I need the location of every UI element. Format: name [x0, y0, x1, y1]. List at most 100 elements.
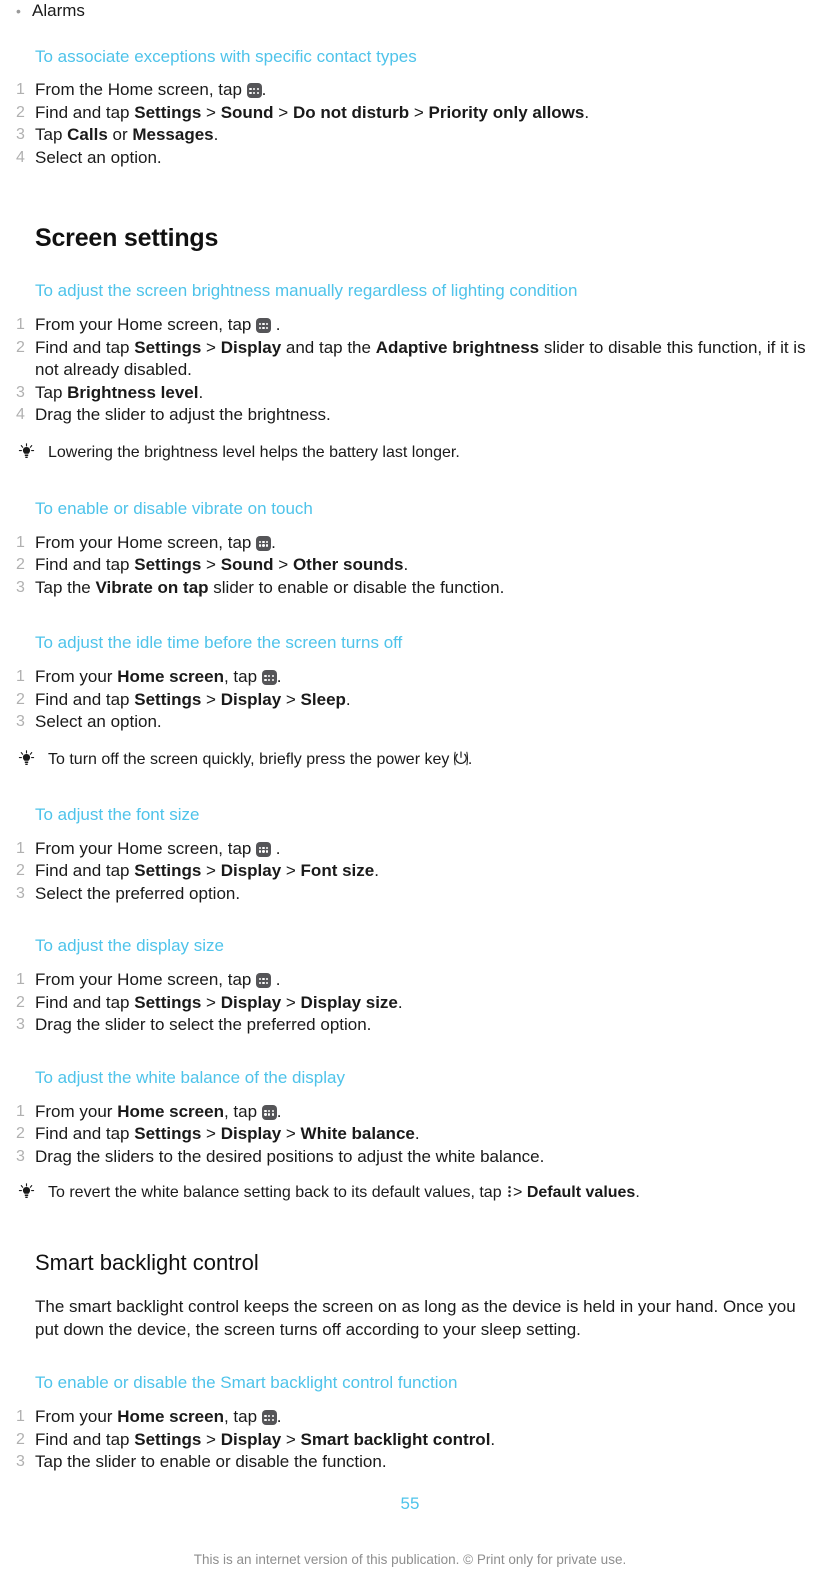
bold-term: Adaptive brightness: [375, 337, 540, 357]
bold-term: Priority only allows: [428, 102, 585, 122]
step-text-pre: Find and tap: [35, 689, 135, 709]
app-drawer-icon: [256, 973, 272, 988]
step-text-pre: Find and tap: [35, 1124, 135, 1143]
list-item: 3 Drag the slider to select the preferre…: [0, 1014, 820, 1037]
step-text: Select the preferred option.: [35, 883, 241, 903]
list-item: 3 Drag the sliders to the desired positi…: [0, 1146, 820, 1169]
page-title: Screen settings: [35, 224, 219, 252]
bold-term: Home screen: [117, 1101, 224, 1121]
procedure-steps: 1 From your Home screen, tap . 2 Find an…: [0, 666, 820, 734]
tip-note: To revert the white balance setting back…: [0, 1182, 820, 1206]
tip-text-mid: >: [513, 1184, 527, 1201]
step-number: 1: [16, 1408, 25, 1425]
tip-text: Lowering the brightness level helps the …: [48, 443, 460, 461]
lightbulb-icon: [18, 442, 48, 460]
path-separator: >: [201, 689, 221, 709]
step-text-pre: Tap: [35, 382, 68, 402]
step-text-post: .: [374, 861, 379, 880]
document-page: • Alarms To associate exceptions with sp…: [0, 0, 820, 1590]
step-text-pre: From your Home screen, tap: [35, 970, 257, 989]
bold-term: Sleep: [300, 689, 346, 709]
list-item: 1 From your Home screen, tap .: [0, 314, 820, 337]
path-separator: >: [281, 689, 301, 709]
step-text: Find and tap Settings > Display > Font s…: [35, 860, 820, 883]
step-text-post: .: [261, 80, 267, 99]
step-number: 3: [16, 1147, 25, 1165]
step-number: 1: [16, 533, 25, 551]
step-text-pre: From your Home screen, tap: [35, 838, 257, 858]
app-drawer-icon: [261, 1104, 277, 1120]
procedure-steps: 1 From your Home screen, tap . 2 Find an…: [0, 1406, 820, 1474]
path-separator: >: [281, 992, 301, 1012]
bold-term: Font size: [300, 861, 375, 880]
step-text-post: .: [490, 1429, 496, 1449]
step-text-post: .: [271, 838, 281, 858]
page-number: 55: [400, 1494, 420, 1513]
step-text: Tap the slider to enable or disable the …: [35, 1452, 387, 1471]
bold-term: Settings: [134, 861, 202, 880]
list-item: 3 Select an option.: [0, 711, 820, 734]
step-number: 2: [16, 103, 25, 121]
step-text: Find and tap Settings > Display > Smart …: [35, 1429, 820, 1452]
step-number: 1: [16, 81, 25, 98]
procedure-title: To adjust the white balance of the displ…: [35, 1067, 345, 1087]
bold-term: Settings: [134, 102, 202, 122]
step-text: Tap the Vibrate on tap slider to enable …: [35, 577, 820, 600]
bold-term: Home screen: [117, 667, 224, 686]
step-text: Find and tap Settings > Sound > Other so…: [35, 554, 820, 577]
list-item: 1 From your Home screen, tap .: [0, 1406, 820, 1429]
step-number: 3: [16, 383, 25, 401]
bold-term: Display: [220, 337, 282, 357]
step-text-post: .: [345, 689, 351, 709]
step-number: 2: [16, 690, 25, 708]
step-number: 2: [16, 993, 25, 1011]
step-number: 2: [16, 556, 25, 573]
list-item: 4 Select an option.: [0, 147, 820, 170]
step-text-mid: , tap: [223, 1101, 262, 1121]
bold-term: Default values: [526, 1184, 636, 1201]
app-drawer-icon: [261, 1410, 277, 1425]
bold-term: Settings: [134, 689, 202, 709]
list-item: 3 Tap the Vibrate on tap slider to enabl…: [0, 577, 820, 600]
step-number: 3: [16, 126, 25, 143]
list-item: 1 From your Home screen, tap .: [0, 1101, 820, 1124]
path-separator: >: [201, 1124, 221, 1143]
step-text: From your Home screen, tap .: [35, 838, 820, 861]
list-item: 2 Find and tap Settings > Display > Disp…: [0, 992, 820, 1015]
app-drawer-icon: [256, 318, 272, 333]
list-item: 1 From your Home screen, tap .: [0, 666, 820, 689]
app-drawer-icon: [246, 83, 262, 98]
step-text: Select an option.: [35, 712, 162, 731]
procedure-title: To enable or disable the Smart backlight…: [35, 1373, 458, 1392]
bold-term: Sound: [220, 555, 274, 574]
procedure-steps: 1 From your Home screen, tap . 2 Find an…: [0, 1101, 820, 1169]
bold-term: Settings: [134, 337, 202, 357]
bold-term: Other sounds: [292, 555, 404, 574]
list-item: 2 Find and tap Settings > Display > Font…: [0, 860, 820, 883]
path-separator: >: [201, 992, 221, 1012]
step-text-mid: , tap: [223, 667, 262, 686]
bold-term: Calls: [67, 125, 108, 144]
step-number: 2: [16, 338, 25, 356]
step-text: Find and tap Settings > Sound > Do not d…: [35, 102, 820, 125]
list-item-label: Alarms: [32, 1, 85, 20]
path-separator: >: [201, 861, 221, 880]
step-text: From your Home screen, tap .: [35, 532, 820, 555]
path-separator: >: [281, 861, 301, 880]
step-text: From your Home screen, tap .: [35, 1406, 820, 1429]
list-item: 1 From the Home screen, tap .: [0, 79, 820, 102]
tip-text-post: .: [467, 750, 473, 768]
step-text: Drag the slider to select the preferred …: [35, 1015, 372, 1034]
procedure-steps: 1 From your Home screen, tap . 2 Find an…: [0, 314, 820, 427]
step-number: 3: [16, 884, 25, 902]
app-drawer-icon: [256, 535, 272, 551]
body-paragraph: The smart backlight control keeps the sc…: [35, 1297, 796, 1339]
procedure-title: To adjust the display size: [35, 936, 224, 955]
step-text-post: .: [276, 1407, 282, 1426]
tip-text-pre: To revert the white balance setting back…: [48, 1184, 507, 1201]
step-text-pre: Tap the: [35, 577, 96, 597]
list-item: 2 Find and tap Settings > Sound > Other …: [0, 554, 820, 577]
bold-term: Settings: [134, 992, 202, 1012]
bold-term: Vibrate on tap: [95, 577, 209, 597]
step-text: Find and tap Settings > Display > Sleep.: [35, 689, 820, 712]
